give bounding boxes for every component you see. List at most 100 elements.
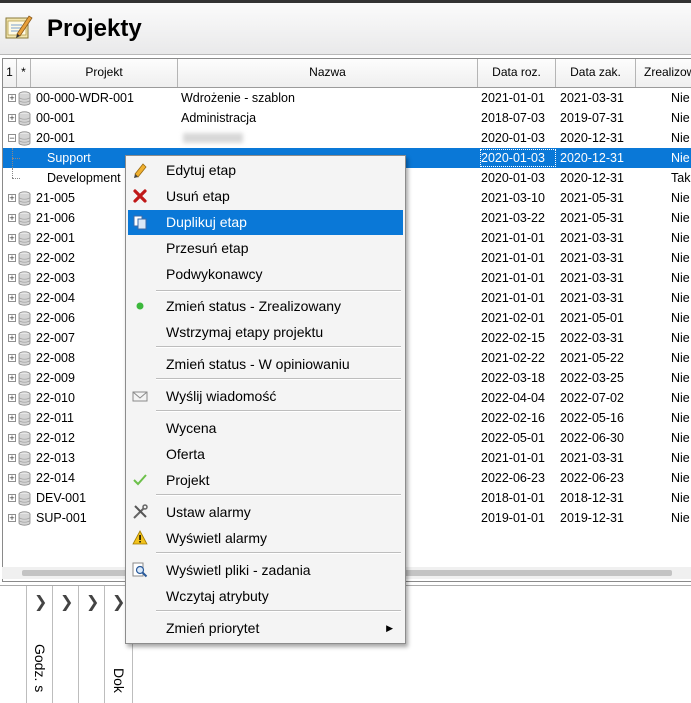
cell-data-roz: 2021-03-10 [481, 191, 545, 205]
table-row[interactable]: + 00-000-WDR-001 Wdrożenie - szablon 2021-… [3, 88, 691, 108]
menu-item-edytuj-etap[interactable]: Edytuj etap [128, 158, 403, 183]
expand-icon[interactable]: + [8, 194, 16, 203]
column-header-star[interactable]: * [17, 59, 31, 87]
cell-data-zak: 2021-03-31 [560, 451, 624, 465]
menu-item-label: Zmień status - W opiniowaniu [166, 356, 350, 372]
cell-zrealizowany: Nie [671, 231, 690, 245]
cell-zrealizowany: Nie [671, 391, 690, 405]
expand-icon[interactable]: + [8, 374, 16, 383]
tab-godz[interactable]: Godz. s [32, 644, 48, 692]
menu-item-projekt[interactable]: Projekt [128, 468, 403, 493]
cell-zrealizowany: Nie [671, 331, 690, 345]
expand-icon[interactable]: + [8, 314, 16, 323]
cell-data-roz: 2022-06-23 [481, 471, 545, 485]
table-row[interactable]: + 00-001 Administracja 2018-07-03 2019-07-3… [3, 108, 691, 128]
cell-data-roz: 2020-01-03 [481, 131, 545, 145]
chevron-right-icon[interactable]: ❯ [60, 592, 73, 612]
column-header-zrealizowany[interactable]: Zrealizow [636, 59, 691, 87]
red-x-icon [132, 188, 148, 204]
column-header-level[interactable]: 1 [3, 59, 17, 87]
page-title: Projekty [47, 15, 142, 42]
cell-data-roz: 2021-02-22 [481, 351, 545, 365]
menu-item-wczytaj-atrybuty[interactable]: Wczytaj atrybuty [128, 584, 403, 609]
cell-data-roz: 2021-01-01 [481, 451, 545, 465]
menu-item-ustaw-alarmy[interactable]: Ustaw alarmy [128, 500, 403, 525]
collapsed-panel-3[interactable]: ❯ [79, 586, 105, 703]
menu-item-duplikuj-etap[interactable]: Duplikuj etap [128, 210, 403, 235]
cell-data-roz: 2022-02-16 [481, 411, 545, 425]
menu-item-label: Oferta [166, 446, 205, 462]
menu-item-zmień-priorytet[interactable]: Zmień priorytet ▶ [128, 616, 403, 641]
tree-line [12, 158, 20, 160]
menu-item-label: Wczytaj atrybuty [166, 588, 269, 604]
cell-data-zak: 2021-05-31 [560, 211, 624, 225]
chevron-right-icon[interactable]: ❯ [86, 592, 99, 612]
cell-nazwa: Administracja [181, 111, 257, 125]
expand-icon[interactable]: + [8, 454, 16, 463]
expand-icon[interactable]: + [8, 434, 16, 443]
menu-item-usuń-etap[interactable]: Usuń etap [128, 184, 403, 209]
expand-icon[interactable]: + [8, 414, 16, 423]
menu-item-zmień-status-w-opiniowaniu[interactable]: Zmień status - W opiniowaniu [128, 352, 403, 377]
cell-data-zak: 2020-12-31 [560, 151, 624, 165]
chevron-right-icon[interactable]: ❯ [112, 592, 125, 612]
database-icon [18, 491, 31, 506]
expand-icon[interactable]: + [8, 214, 16, 223]
menu-item-label: Usuń etap [166, 188, 230, 204]
cell-data-zak: 2019-12-31 [560, 511, 624, 525]
menu-item-oferta[interactable]: Oferta [128, 442, 403, 467]
cell-data-zak: 2022-06-30 [560, 431, 624, 445]
cell-data-zak: 2022-07-02 [560, 391, 624, 405]
database-icon [18, 411, 31, 426]
menu-item-wyświetl-alarmy[interactable]: Wyświetl alarmy [128, 526, 403, 551]
expand-icon[interactable]: + [8, 274, 16, 283]
column-header-data-zak[interactable]: Data zak. [556, 59, 636, 87]
expand-icon[interactable]: + [8, 514, 16, 523]
tab-dok[interactable]: Dok [111, 668, 127, 693]
collapsed-panel-1[interactable]: ❯ Godz. s [27, 586, 53, 703]
database-icon [18, 471, 31, 486]
database-icon [18, 431, 31, 446]
expand-icon[interactable]: + [8, 114, 16, 123]
cell-data-roz: 2020-01-03 [481, 171, 545, 185]
expand-icon[interactable]: + [8, 354, 16, 363]
menu-item-wyświetl-pliki-zadania[interactable]: Wyświetl pliki - zadania [128, 558, 403, 583]
menu-item-podwykonawcy[interactable]: Podwykonawcy [128, 262, 403, 287]
expand-icon[interactable]: + [8, 94, 16, 103]
menu-item-wstrzymaj-etapy-projektu[interactable]: Wstrzymaj etapy projektu [128, 320, 403, 345]
expand-icon[interactable]: + [8, 474, 16, 483]
cell-zrealizowany: Nie [671, 491, 690, 505]
menu-item-wycena[interactable]: Wycena [128, 416, 403, 441]
menu-separator [156, 610, 401, 612]
collapse-icon[interactable]: − [8, 134, 16, 143]
expand-icon[interactable]: + [8, 294, 16, 303]
cell-zrealizowany: Nie [671, 451, 690, 465]
cell-zrealizowany: Nie [671, 211, 690, 225]
cell-data-zak: 2019-07-31 [560, 111, 624, 125]
cell-data-zak: 2022-03-31 [560, 331, 624, 345]
warning-icon [132, 530, 148, 546]
context-menu: Edytuj etap Usuń etap Duplikuj etap Przesuń… [125, 155, 406, 644]
expand-icon[interactable]: + [8, 334, 16, 343]
cell-data-roz: 2021-01-01 [481, 91, 545, 105]
menu-item-wyślij-wiadomość[interactable]: Wyślij wiadomość [128, 384, 403, 409]
column-header-nazwa[interactable]: Nazwa [178, 59, 478, 87]
menu-item-zmień-status-zrealizowany[interactable]: Zmień status - Zrealizowany [128, 294, 403, 319]
grid-header: 1 * Projekt Nazwa Data roz. Data zak. Zr… [3, 59, 691, 88]
expand-icon[interactable]: + [8, 254, 16, 263]
expand-icon[interactable]: + [8, 234, 16, 243]
cell-projekt: 00-000-WDR-001 [36, 91, 134, 105]
chevron-right-icon[interactable]: ❯ [34, 592, 47, 612]
green-dot-icon [132, 298, 148, 314]
expand-icon[interactable]: + [8, 394, 16, 403]
menu-item-przesuń-etap[interactable]: Przesuń etap [128, 236, 403, 261]
cell-data-zak: 2022-03-25 [560, 371, 624, 385]
submenu-arrow-icon: ▶ [386, 623, 393, 633]
collapsed-panel-2[interactable]: ❯ [53, 586, 79, 703]
database-icon [18, 371, 31, 386]
table-row[interactable]: − 20-001 2020-01-03 2020-12-31 Nie [3, 128, 691, 148]
expand-icon[interactable]: + [8, 494, 16, 503]
cell-data-roz: 2021-02-01 [481, 311, 545, 325]
column-header-data-roz[interactable]: Data roz. [478, 59, 556, 87]
column-header-projekt[interactable]: Projekt [31, 59, 178, 87]
